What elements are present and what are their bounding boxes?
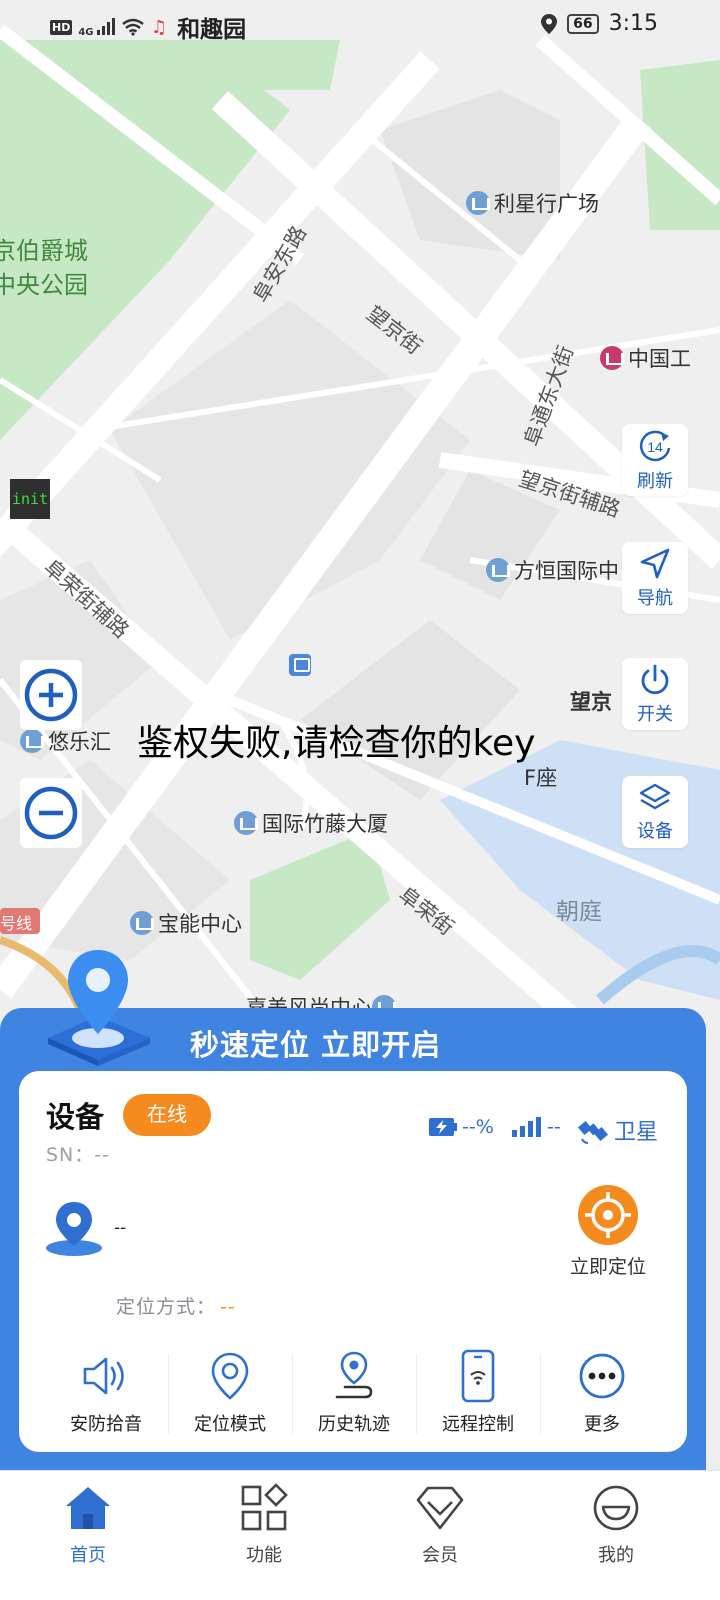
map-label-wangjing: 望京 (570, 690, 612, 714)
phone-remote-icon (461, 1349, 495, 1403)
tab-features[interactable]: 功能 (176, 1471, 352, 1600)
refresh-label: 刷新 (637, 470, 673, 492)
action-remote-control[interactable]: 远程控制 (416, 1348, 540, 1444)
poi-youlehui[interactable]: 悠乐汇 (20, 726, 111, 756)
navigation-arrow-icon (640, 548, 670, 578)
refresh-icon: 14 (639, 430, 671, 461)
building-icon (234, 811, 258, 835)
map-label-park: 京伯爵城 中央公园 (0, 237, 88, 299)
battery-charging-icon (429, 1118, 457, 1136)
battery-icon: 66 (567, 13, 599, 34)
action-label: 历史轨迹 (318, 1414, 390, 1435)
navigate-label: 导航 (637, 587, 673, 609)
map-label-f-block: F座 (524, 766, 558, 790)
plus-circle-icon (24, 668, 78, 722)
locate-now-button[interactable]: 立即定位 (566, 1184, 650, 1279)
poi-zhuteng[interactable]: 国际竹藤大厦 (234, 808, 388, 838)
music-note-icon: ♫ (151, 16, 168, 38)
action-label: 安防拾音 (70, 1414, 142, 1435)
metro-line-label: 号线 (0, 914, 33, 933)
power-icon (641, 664, 669, 694)
device-title: 设备 (46, 1100, 105, 1134)
action-label: 更多 (584, 1414, 620, 1435)
map-view[interactable]: 京伯爵城 中央公园 阜安东路 望京街 阜通东大街 望京街辅路 阜荣街辅路 阜荣街… (0, 0, 720, 1060)
status-badge: 在线 (123, 1094, 211, 1136)
hd-badge: HD (50, 19, 73, 35)
battery-stat: --% (428, 1116, 494, 1138)
home-icon (66, 1487, 110, 1529)
grid-icon (241, 1483, 288, 1531)
signal-bars-icon (512, 1117, 541, 1137)
tab-label: 首页 (70, 1545, 106, 1566)
promo-text: 秒速定位 立即开启 (190, 1028, 442, 1062)
zoom-out-button[interactable] (20, 778, 82, 848)
tab-vip[interactable]: 会员 (352, 1471, 528, 1600)
location-mode-value: -- (220, 1296, 236, 1318)
map-label-chaoting: 朝庭 (556, 899, 602, 925)
poi-fangheng[interactable]: 方恒国际中 (486, 555, 619, 585)
zoom-in-button[interactable] (20, 660, 82, 730)
signal-stat: -- (511, 1116, 561, 1138)
track-history-icon (335, 1351, 373, 1399)
quick-actions: 安防拾音 定位模式 历史轨迹 远程控制 更多 (44, 1348, 664, 1444)
layers-icon (639, 783, 671, 809)
tab-profile[interactable]: 我的 (528, 1471, 704, 1600)
device-location-icon (46, 1202, 102, 1256)
building-icon (466, 191, 490, 215)
map-background (0, 0, 720, 1060)
location-mode-label: 定位方式： (116, 1296, 217, 1318)
switch-button[interactable]: 开关 (622, 658, 688, 730)
action-more[interactable]: 更多 (540, 1348, 664, 1444)
tab-label: 会员 (422, 1545, 458, 1566)
svg-text:14: 14 (647, 439, 663, 455)
action-location-mode[interactable]: 定位模式 (168, 1348, 292, 1444)
location-mode: 定位方式： -- (116, 1292, 236, 1319)
refresh-button[interactable]: 14 刷新 (622, 424, 688, 496)
location-pin-icon (211, 1352, 249, 1400)
tab-label: 功能 (246, 1545, 282, 1566)
tab-home[interactable]: 首页 (0, 1471, 176, 1600)
device-sn: SN：-- (46, 1144, 110, 1166)
profile-face-icon (593, 1485, 639, 1531)
speaker-icon (83, 1357, 124, 1395)
vip-diamond-icon (416, 1486, 464, 1530)
poi-lixinghang[interactable]: 利星行广场 (466, 188, 599, 218)
device-layers-button[interactable]: 设备 (622, 776, 688, 848)
status-time: 3:15 (608, 11, 658, 36)
building-icon (486, 558, 510, 582)
bank-icon (600, 346, 624, 370)
bus-stop-icon[interactable] (289, 654, 311, 676)
action-history-track[interactable]: 历史轨迹 (292, 1348, 416, 1444)
locate-now-label: 立即定位 (569, 1256, 646, 1278)
init-badge: init (10, 479, 50, 519)
building-icon (130, 911, 154, 935)
auth-error-message: 鉴权失败,请检查你的key (137, 723, 536, 764)
more-icon (579, 1353, 625, 1399)
satellite-icon (578, 1120, 609, 1144)
status-app-title: 和趣园 (177, 17, 247, 43)
wifi-icon (122, 18, 144, 36)
target-locate-icon (578, 1185, 638, 1245)
bottom-tab-bar: 首页 功能 会员 我的 (0, 1470, 720, 1600)
device-label: 设备 (637, 820, 673, 842)
status-left: HD 4G ♫ 和趣园 (50, 10, 246, 44)
4g-signal-icon: 4G (78, 17, 115, 38)
satellite-stat: 卫星 (578, 1114, 658, 1146)
status-bar: HD 4G ♫ 和趣园 66 3:15 (0, 0, 720, 50)
action-security-audio[interactable]: 安防拾音 (44, 1348, 168, 1444)
poi-baoneng[interactable]: 宝能中心 (130, 908, 242, 938)
tab-label: 我的 (598, 1545, 634, 1566)
navigate-button[interactable]: 导航 (622, 542, 688, 614)
building-icon (20, 729, 44, 753)
action-label: 远程控制 (442, 1414, 514, 1435)
location-pin-3d-icon (48, 950, 150, 1066)
switch-label: 开关 (637, 703, 673, 725)
poi-zhongguo[interactable]: 中国工 (600, 343, 691, 373)
location-icon (541, 13, 558, 34)
action-label: 定位模式 (194, 1414, 266, 1435)
status-right: 66 3:15 (541, 11, 658, 36)
location-address: -- (114, 1218, 127, 1238)
minus-circle-icon (24, 786, 78, 840)
